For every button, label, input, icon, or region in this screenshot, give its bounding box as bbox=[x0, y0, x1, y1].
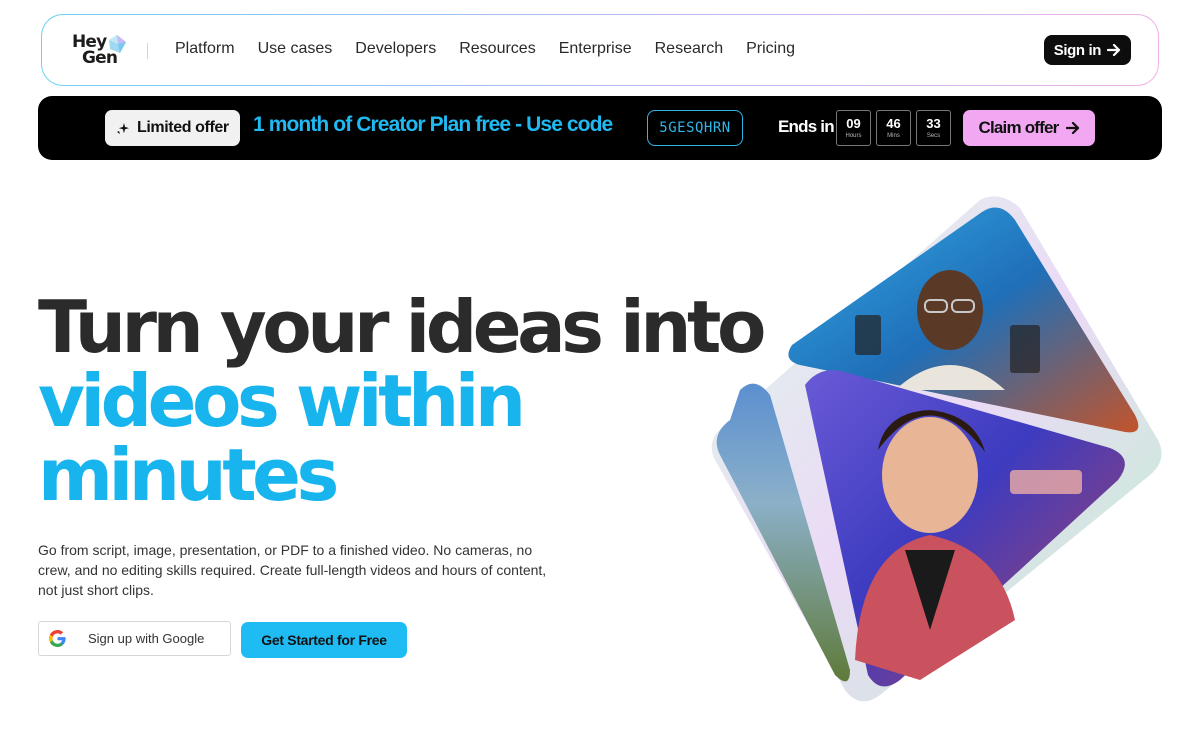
headline-line-2: videos within bbox=[38, 359, 526, 443]
nav-link-research[interactable]: Research bbox=[655, 40, 723, 58]
nav-link-platform[interactable]: Platform bbox=[175, 40, 235, 58]
nav-link-resources[interactable]: Resources bbox=[459, 40, 535, 58]
timer-minutes: 46 Mins bbox=[876, 110, 911, 146]
speaker-left bbox=[855, 315, 881, 355]
countdown-timer: 09 Hours 46 Mins 33 Secs bbox=[836, 110, 951, 146]
limited-offer-badge: Limited offer bbox=[105, 110, 240, 146]
sparkle-icon bbox=[117, 122, 130, 134]
timer-seconds: 33 Secs bbox=[916, 110, 951, 146]
speaker-right bbox=[1010, 325, 1040, 373]
nav-link-pricing[interactable]: Pricing bbox=[746, 40, 795, 58]
hero-headline: Turn your ideas into videos within minut… bbox=[38, 285, 766, 517]
logo-gem-icon bbox=[109, 35, 126, 53]
sign-in-button[interactable]: Sign in bbox=[1043, 35, 1131, 65]
google-signup-button[interactable]: Sign up with Google bbox=[38, 621, 231, 656]
nav-link-enterprise[interactable]: Enterprise bbox=[559, 40, 632, 58]
timer-seconds-unit: Secs bbox=[926, 132, 941, 139]
timer-minutes-value: 46 bbox=[886, 115, 901, 131]
avatar-woman-head bbox=[882, 417, 978, 533]
sign-in-label: Sign in bbox=[1053, 41, 1102, 59]
get-started-button[interactable]: Get Started for Free bbox=[241, 622, 407, 658]
heygen-logo[interactable]: Hey Gen bbox=[72, 33, 128, 69]
google-icon bbox=[49, 630, 66, 647]
timer-seconds-value: 33 bbox=[926, 115, 941, 131]
claim-offer-label: Claim offer bbox=[978, 118, 1060, 137]
timer-hours-value: 09 bbox=[846, 115, 861, 131]
hero-description: Go from script, image, presentation, or … bbox=[38, 542, 547, 598]
nav-divider bbox=[147, 43, 148, 59]
arrow-right-icon bbox=[1065, 121, 1079, 135]
promo-banner: Limited offer 1 month of Creator Plan fr… bbox=[38, 96, 1162, 160]
nav-link-use-cases[interactable]: Use cases bbox=[258, 40, 333, 58]
headline-line-3: minutes bbox=[38, 433, 339, 517]
google-signup-label: Sign up with Google bbox=[88, 631, 205, 646]
timer-hours-unit: Hours bbox=[845, 132, 862, 139]
claim-offer-button[interactable]: Claim offer bbox=[963, 110, 1095, 146]
top-navigation: Hey Gen Platform Use cases Developers Re… bbox=[41, 14, 1159, 86]
hero-cube-illustration bbox=[711, 196, 1162, 702]
arrow-right-icon bbox=[1107, 43, 1121, 57]
nav-links: Platform Use cases Developers Resources … bbox=[175, 40, 818, 58]
timer-minutes-unit: Mins bbox=[887, 132, 900, 139]
offer-text: 1 month of Creator Plan free - Use code bbox=[253, 113, 613, 136]
neon-sign bbox=[1010, 470, 1082, 494]
limited-offer-label: Limited offer bbox=[137, 119, 229, 136]
promo-code[interactable]: 5GESQHRN bbox=[647, 110, 743, 146]
nav-link-developers[interactable]: Developers bbox=[355, 40, 436, 58]
headline-line-1: Turn your ideas into bbox=[38, 285, 766, 369]
timer-hours: 09 Hours bbox=[836, 110, 871, 146]
ends-in-label: Ends in bbox=[778, 117, 835, 136]
